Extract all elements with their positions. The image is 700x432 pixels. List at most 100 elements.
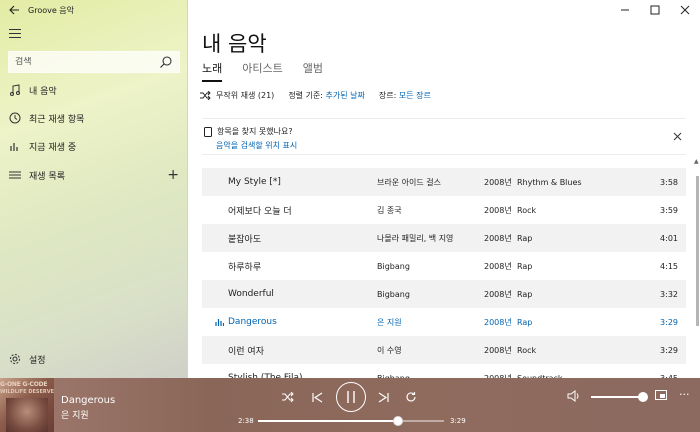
settings-label: 설정 — [29, 355, 46, 366]
song-year: 2008년 — [484, 233, 512, 243]
song-genre: Rap — [517, 289, 533, 299]
song-year: 2008년 — [484, 345, 512, 355]
sidebar-item-label: 최근 재생 항목 — [29, 114, 85, 125]
song-title: 이런 여자 — [228, 346, 264, 357]
now-playing-title[interactable]: Dangerous — [61, 395, 115, 406]
shuffle-icon — [200, 91, 211, 100]
song-row[interactable]: 붙잡아도 나몰라 패밀리, 백 지영 2008년 Rap 4:01 — [202, 224, 686, 252]
genre-label: 장르: — [378, 91, 397, 100]
sort-value[interactable]: 추가된 날짜 — [326, 91, 365, 100]
song-row[interactable]: My Style [*] 브라운 아이드 걸스 2008년 Rhythm & Blue… — [202, 168, 686, 196]
title-bar: Groove 음악 — [0, 0, 188, 20]
volume-button[interactable] — [567, 390, 580, 405]
song-artist[interactable]: Bigbang — [377, 290, 410, 299]
close-window-button[interactable] — [670, 0, 700, 20]
mini-view-button[interactable] — [655, 390, 667, 403]
tab-artists[interactable]: 아티스트 — [242, 60, 282, 82]
song-title: Wonderful — [228, 289, 274, 299]
volume-thumb[interactable] — [638, 392, 648, 402]
song-row[interactable]: 어제보다 오늘 더 김 종국 2008년 Rock 3:59 — [202, 196, 686, 224]
song-duration: 3:29 — [660, 345, 678, 355]
current-time: 2:38 — [238, 417, 254, 425]
song-year: 2008년 — [484, 205, 512, 215]
tablet-icon — [204, 126, 212, 137]
shuffle-icon — [282, 392, 294, 402]
pause-button[interactable] — [336, 382, 366, 412]
song-row[interactable]: 이런 여자 이 수영 2008년 Rock 3:29 — [202, 336, 686, 364]
song-list: My Style [*] 브라운 아이드 걸스 2008년 Rhythm & Blue… — [202, 168, 686, 392]
close-icon — [673, 132, 682, 141]
album-art[interactable]: G-ONE G-CODE WILDLIFE DESERVE — [0, 378, 54, 432]
seek-bar-fill — [258, 420, 399, 422]
back-button[interactable] — [0, 0, 28, 20]
sort-label: 정렬 기준: — [288, 91, 323, 100]
previous-button[interactable] — [307, 388, 327, 406]
song-duration: 3:32 — [660, 289, 678, 299]
add-playlist-button[interactable]: + — [167, 167, 179, 183]
back-arrow-icon — [8, 5, 19, 15]
more-options-icon[interactable]: ··· — [679, 388, 690, 401]
now-playing-icon — [215, 319, 224, 326]
app-title: Groove 음악 — [28, 5, 75, 15]
song-row[interactable]: 하루하루 Bigbang 2008년 Rap 4:15 — [202, 252, 686, 280]
search-input[interactable] — [15, 57, 159, 67]
song-genre: Rock — [517, 205, 537, 215]
shuffle-button[interactable] — [278, 388, 298, 406]
now-playing-artist[interactable]: 은 지원 — [61, 408, 89, 421]
song-genre: Rhythm & Blues — [517, 177, 582, 187]
search-box[interactable] — [8, 51, 180, 73]
shuffle-all-button[interactable]: 무작위 재생 (21) — [200, 90, 274, 101]
song-artist[interactable]: 나몰라 패밀리, 백 지영 — [377, 233, 453, 244]
tab-songs[interactable]: 노래 — [202, 60, 223, 82]
song-artist[interactable]: 이 수영 — [377, 345, 402, 356]
scroll-thumb[interactable] — [696, 176, 699, 326]
search-icon[interactable] — [159, 55, 173, 69]
sidebar-item-label: 재생 목록 — [29, 171, 65, 182]
dismiss-notice-button[interactable] — [673, 131, 682, 144]
song-artist[interactable]: 브라운 아이드 걸스 — [377, 177, 441, 188]
sidebar-item-my-music[interactable]: 내 음악 — [0, 77, 188, 103]
shuffle-label: 무작위 재생 (21) — [216, 91, 275, 100]
repeat-button[interactable] — [401, 388, 421, 406]
previous-icon — [311, 391, 322, 403]
hamburger-line — [9, 28, 21, 30]
song-artist[interactable]: 김 종국 — [377, 205, 402, 216]
hamburger-menu-button[interactable] — [4, 24, 26, 42]
song-title: 하루하루 — [228, 262, 262, 273]
tab-albums[interactable]: 앨범 — [303, 60, 323, 82]
sidebar-item-label: 내 음악 — [29, 86, 57, 97]
album-art-subtext: WILDLIFE DESERVE — [0, 389, 54, 395]
sidebar-item-now-playing[interactable]: 지금 재생 중 — [0, 133, 188, 159]
show-music-locations-link[interactable]: 음악을 검색할 위치 표시 — [216, 140, 297, 151]
settings-button[interactable]: 설정 — [0, 346, 188, 372]
song-row[interactable]: Dangerous 은 지원 2008년 Rap 3:29 — [202, 308, 686, 336]
music-note-icon — [8, 84, 22, 96]
seek-bar[interactable] — [258, 416, 444, 426]
maximize-button[interactable] — [640, 0, 670, 20]
song-duration: 4:01 — [660, 233, 678, 243]
minimize-button[interactable] — [610, 0, 640, 20]
seek-bar-thumb[interactable] — [393, 416, 404, 426]
song-artist[interactable]: 은 지원 — [377, 317, 402, 328]
hamburger-line — [9, 36, 21, 38]
next-icon — [378, 391, 389, 403]
volume-fill — [591, 396, 643, 398]
sidebar-item-recent[interactable]: 최근 재생 항목 — [0, 105, 188, 131]
sidebar-item-playlists[interactable]: 재생 목록 + — [0, 162, 188, 188]
song-artist[interactable]: Bigbang — [377, 262, 410, 271]
song-genre: Rock — [517, 345, 537, 355]
sort-control[interactable]: 정렬 기준: 추가된 날짜 — [288, 90, 365, 101]
song-row[interactable]: Wonderful Bigbang 2008년 Rap 3:32 — [202, 280, 686, 308]
scrollbar[interactable]: ▲ — [694, 158, 699, 368]
window-controls — [610, 0, 700, 20]
scroll-up-icon[interactable]: ▲ — [694, 158, 699, 165]
genre-value[interactable]: 모든 장르 — [399, 91, 431, 100]
genre-control[interactable]: 장르: 모든 장르 — [379, 90, 431, 101]
volume-slider[interactable] — [591, 392, 648, 402]
song-toolbar: 무작위 재생 (21) 정렬 기준: 추가된 날짜 장르: 모든 장르 — [200, 90, 431, 101]
song-title: 붙잡아도 — [228, 234, 262, 245]
next-button[interactable] — [373, 388, 393, 406]
song-duration: 3:59 — [660, 205, 678, 215]
song-title: 어제보다 오늘 더 — [228, 206, 292, 217]
gear-icon — [8, 353, 22, 365]
